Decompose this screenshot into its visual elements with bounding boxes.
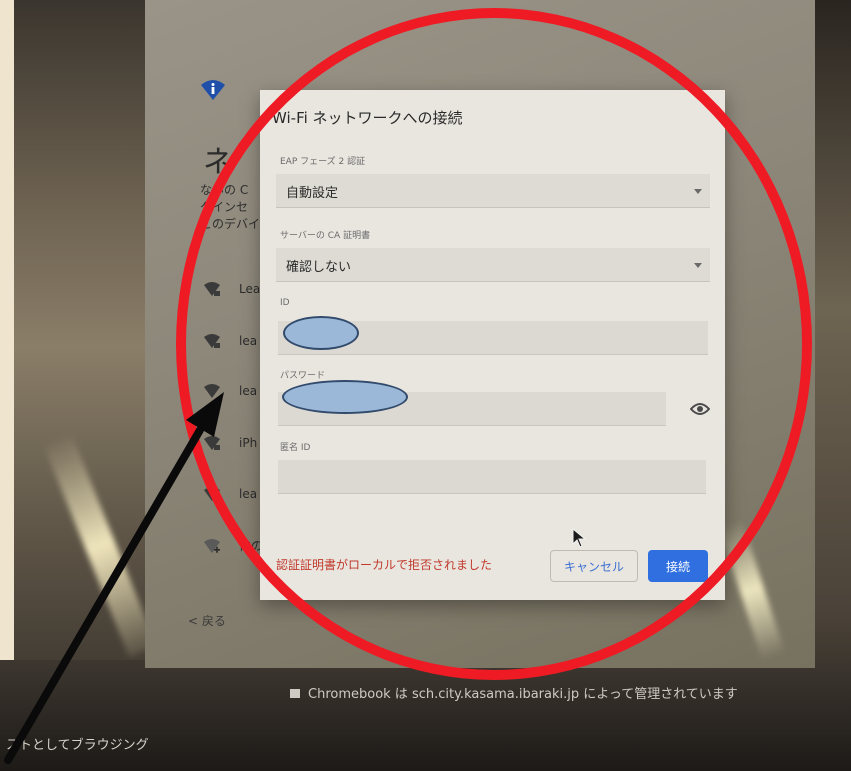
annotation-arrow <box>4 392 224 764</box>
